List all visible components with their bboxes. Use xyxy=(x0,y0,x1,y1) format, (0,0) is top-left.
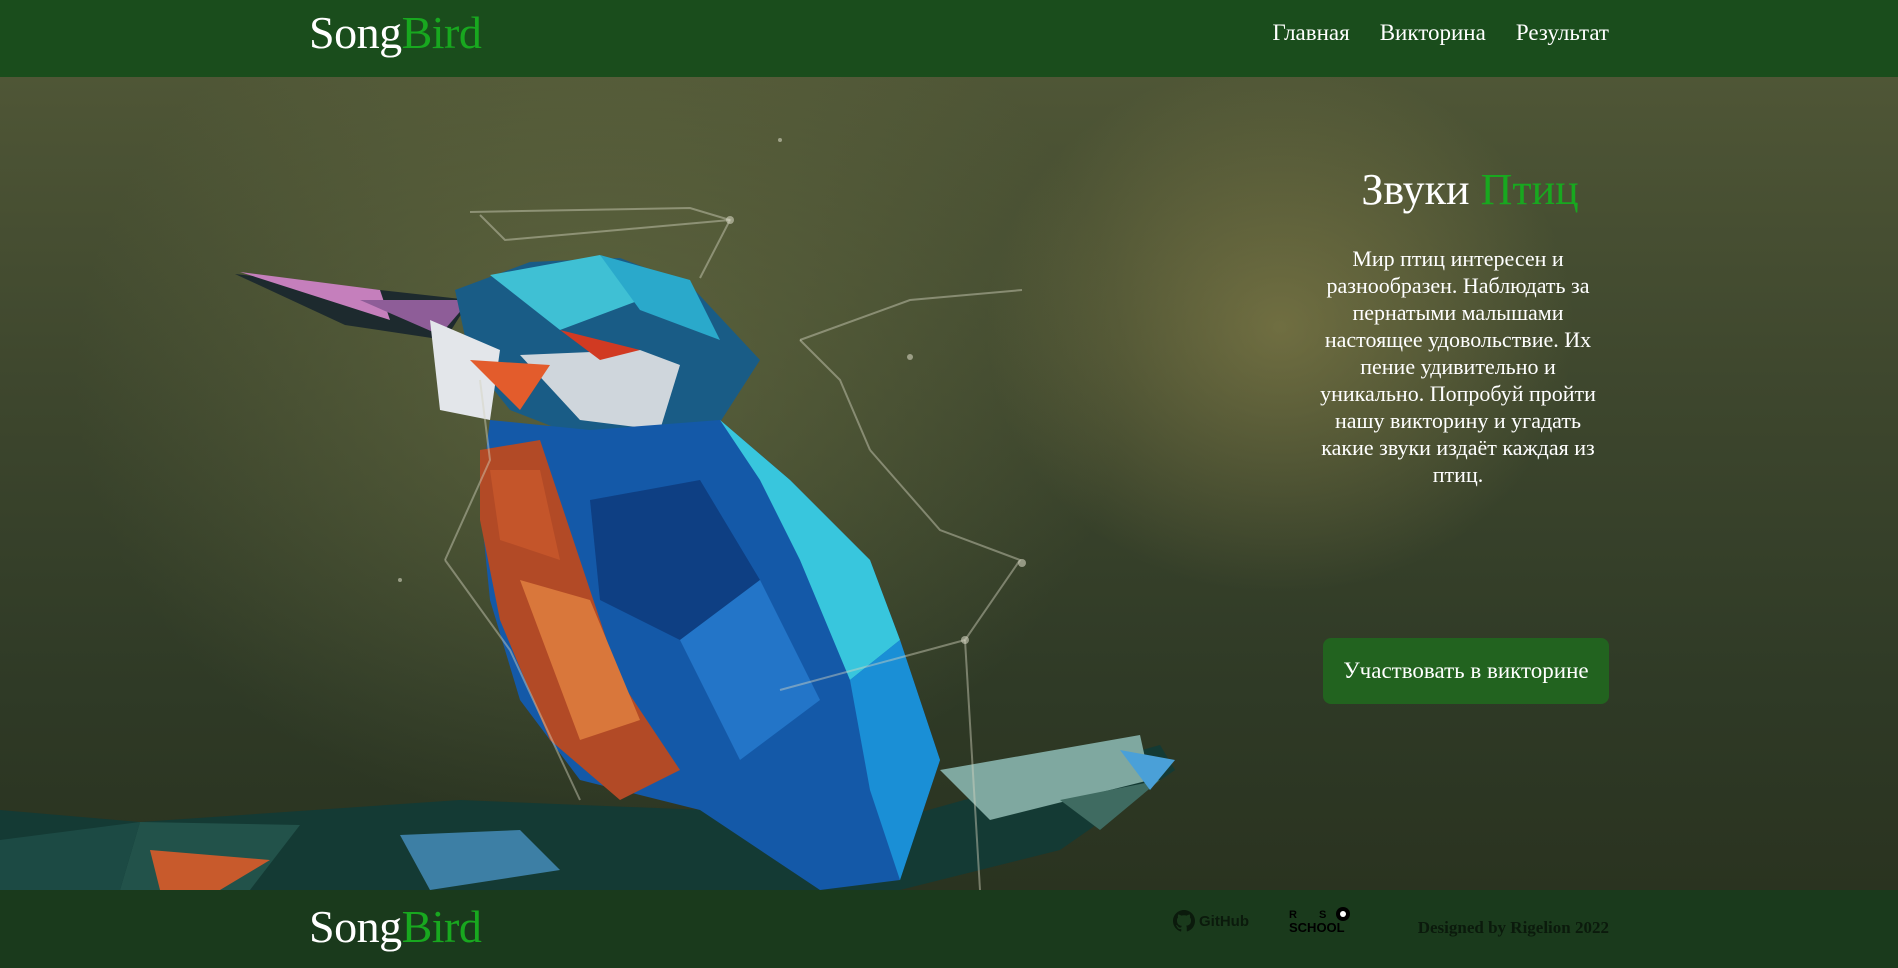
site-header: SongBird Главная Викторина Результат xyxy=(0,0,1898,77)
kingfisher-illustration xyxy=(0,138,1175,890)
hero-title: Звуки Птиц xyxy=(1330,165,1610,215)
designer-credit: Designed by Rigelion 2022 xyxy=(1417,918,1609,937)
nav-home-link[interactable]: Главная xyxy=(1273,20,1350,46)
main-nav: Главная Викторина Результат xyxy=(1273,20,1610,46)
hero-description: Мир птиц интересен и разнообразен. Наблю… xyxy=(1320,246,1596,487)
footer-logo-bird: Bird xyxy=(401,901,482,952)
hero-section: Звуки Птиц Мир птиц интересен и разнообр… xyxy=(0,77,1898,890)
github-label: GitHub xyxy=(1199,912,1249,930)
rs-school-logo-icon: R S SCHOOL xyxy=(1289,907,1350,935)
hero-title-part1: Звуки xyxy=(1361,165,1470,214)
logo-song: Song xyxy=(309,7,402,58)
github-icon xyxy=(1173,910,1195,932)
footer-logo-song: Song xyxy=(309,901,402,952)
footer-logo[interactable]: SongBird xyxy=(309,901,482,952)
hero-title-part2: Птиц xyxy=(1480,165,1579,214)
svg-text:SCHOOL: SCHOOL xyxy=(1289,920,1345,935)
nav-results-link[interactable]: Результат xyxy=(1516,20,1609,46)
start-quiz-button[interactable]: Участвовать в викторине xyxy=(1323,638,1609,704)
github-link[interactable]: GitHub xyxy=(1173,910,1249,932)
header-logo[interactable]: SongBird xyxy=(309,7,482,58)
logo-bird: Bird xyxy=(401,7,482,58)
site-footer: SongBird GitHub R S SCHOOL Designed by R… xyxy=(0,890,1898,968)
nav-quiz-link[interactable]: Викторина xyxy=(1380,20,1486,46)
rs-school-link[interactable]: R S SCHOOL xyxy=(1289,906,1365,936)
